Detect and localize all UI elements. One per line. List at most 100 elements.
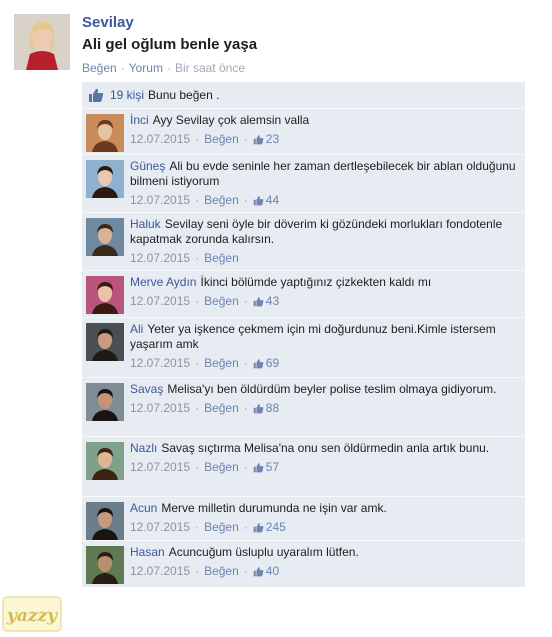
- comment-like-count[interactable]: 69: [253, 356, 279, 371]
- comment-date[interactable]: 12.07.2015: [130, 132, 190, 147]
- comment-meta: 12.07.2015 · Beğen · 40: [130, 564, 518, 579]
- avatar[interactable]: [86, 160, 124, 198]
- avatar[interactable]: [86, 442, 124, 480]
- comment-body: Güneş Ali bu evde seninle her zaman dertl…: [130, 159, 518, 208]
- comment-like-count[interactable]: 88: [253, 401, 279, 416]
- comment-like-link[interactable]: Beğen: [204, 401, 239, 416]
- small-thumbs-up-icon: [253, 404, 264, 414]
- comment-row: Acun Merve milletin durumunda ne işin var…: [82, 496, 525, 540]
- avatar[interactable]: [86, 114, 124, 152]
- avatar[interactable]: [86, 546, 124, 584]
- comment-meta: 12.07.2015 · Beğen · 69: [130, 356, 518, 371]
- comment-like-link[interactable]: Beğen: [204, 356, 239, 371]
- comment-author[interactable]: Hasan: [130, 545, 165, 559]
- comment-date[interactable]: 12.07.2015: [130, 356, 190, 371]
- small-thumbs-up-icon: [253, 196, 264, 206]
- likes-suffix: Bunu beğen .: [148, 88, 220, 102]
- comment-date[interactable]: 12.07.2015: [130, 294, 190, 309]
- avatar[interactable]: [86, 218, 124, 256]
- comment-like-link[interactable]: Beğen: [204, 193, 239, 208]
- comment-row: Nazlı Savaş sıçtırma Melisa'na onu sen öl…: [82, 436, 525, 496]
- small-thumbs-up-icon: [253, 567, 264, 577]
- comment-text: İkinci bölümde yaptığınız çizkekten kald…: [200, 275, 432, 289]
- small-thumbs-up-icon: [253, 463, 264, 473]
- comment-like-link[interactable]: Beğen: [204, 294, 239, 309]
- comment-like-count[interactable]: 57: [253, 460, 279, 475]
- comment-body: Merve Aydın İkinci bölümde yaptığınız çiz…: [130, 275, 518, 309]
- comment-body: Acun Merve milletin durumunda ne işin var…: [130, 501, 518, 535]
- comment-date[interactable]: 12.07.2015: [130, 520, 190, 535]
- comment-author[interactable]: Acun: [130, 501, 157, 515]
- thumbs-up-icon: [87, 86, 105, 104]
- avatar[interactable]: [86, 323, 124, 361]
- comment-text: Yeter ya işkence çekmem için mi doğurdun…: [130, 322, 496, 351]
- comment-like-count[interactable]: 23: [253, 132, 279, 147]
- comment-like-link[interactable]: Beğen: [204, 460, 239, 475]
- separator: ·: [243, 520, 248, 534]
- comment-row: Ali Yeter ya işkence çekmem için mi doğur…: [82, 317, 525, 377]
- separator: ·: [243, 356, 248, 370]
- comment-meta: 12.07.2015 · Beğen: [130, 251, 518, 266]
- separator: ·: [195, 193, 200, 207]
- post-author[interactable]: Sevilay: [82, 14, 134, 31]
- comment-date[interactable]: 12.07.2015: [130, 401, 190, 416]
- separator: ·: [195, 564, 200, 578]
- separator: ·: [195, 356, 200, 370]
- separator: ·: [195, 401, 200, 415]
- comment-meta: 12.07.2015 · Beğen · 44: [130, 193, 518, 208]
- comment-like-link[interactable]: Beğen: [204, 520, 239, 535]
- separator: ·: [195, 132, 200, 146]
- comment-row: İnci Ayy Sevilay çok alemsin valla 12.07.2…: [82, 108, 525, 154]
- comment-like-count[interactable]: 44: [253, 193, 279, 208]
- likes-count[interactable]: 19 kişi: [110, 88, 144, 102]
- comment-meta: 12.07.2015 · Beğen · 88: [130, 401, 518, 416]
- comment-text: Melisa'yı ben öldürdüm beyler polise tes…: [167, 382, 497, 396]
- comment-author[interactable]: Güneş: [130, 159, 165, 173]
- comment-author[interactable]: Merve Aydın: [130, 275, 196, 289]
- comment-row: Savaş Melisa'yı ben öldürdüm beyler polis…: [82, 377, 525, 436]
- comments-box: 19 kişi Bunu beğen . İnci Ayy Sevilay çok…: [82, 82, 525, 587]
- post-text: Ali gel oğlum benle yaşa: [82, 36, 258, 53]
- avatar[interactable]: [86, 502, 124, 540]
- comment-date[interactable]: 12.07.2015: [130, 460, 190, 475]
- comment-row: Haluk Sevilay seni öyle bir döverim ki gö…: [82, 212, 525, 270]
- like-count-value: 88: [265, 401, 280, 415]
- comment-like-count[interactable]: 43: [253, 294, 279, 309]
- comment-like-count[interactable]: 40: [253, 564, 279, 579]
- post-time[interactable]: Bir saat önce: [175, 61, 245, 75]
- small-thumbs-up-icon: [253, 523, 264, 533]
- like-count-value: 69: [265, 356, 280, 370]
- comment-author[interactable]: Haluk: [130, 217, 161, 231]
- comment-link[interactable]: Yorum: [129, 61, 163, 75]
- comment-author[interactable]: Ali: [130, 322, 143, 336]
- like-count-value: 43: [265, 294, 280, 308]
- likes-summary: 19 kişi Bunu beğen .: [82, 82, 525, 109]
- comment-like-link[interactable]: Beğen: [204, 132, 239, 147]
- separator: ·: [195, 251, 200, 265]
- separator: ·: [195, 460, 200, 474]
- comment-author[interactable]: İnci: [130, 113, 149, 127]
- like-count-value: 57: [265, 460, 280, 474]
- comment-author[interactable]: Nazlı: [130, 441, 157, 455]
- comment-row: Güneş Ali bu evde seninle her zaman dertl…: [82, 154, 525, 212]
- avatar[interactable]: [86, 276, 124, 314]
- comment-meta: 12.07.2015 · Beğen · 245: [130, 520, 518, 535]
- comment-text: Acuncuğum üsluplu uyaralım lütfen.: [168, 545, 359, 559]
- comment-author[interactable]: Savaş: [130, 382, 163, 396]
- avatar[interactable]: [14, 14, 70, 70]
- comment-date[interactable]: 12.07.2015: [130, 564, 190, 579]
- avatar[interactable]: [86, 383, 124, 421]
- separator: ·: [195, 294, 200, 308]
- comment-like-link[interactable]: Beğen: [204, 251, 239, 266]
- comment-like-link[interactable]: Beğen: [204, 564, 239, 579]
- comment-text: Savaş sıçtırma Melisa'na onu sen öldürme…: [161, 441, 490, 455]
- separator: ·: [243, 193, 248, 207]
- comment-date[interactable]: 12.07.2015: [130, 251, 190, 266]
- comment-date[interactable]: 12.07.2015: [130, 193, 190, 208]
- small-thumbs-up-icon: [253, 135, 264, 145]
- like-link[interactable]: Beğen: [82, 61, 117, 75]
- comment-like-count[interactable]: 245: [253, 520, 286, 535]
- comment-text: Merve milletin durumunda ne işin var amk…: [161, 501, 387, 515]
- comment-body: Hasan Acuncuğum üsluplu uyaralım lütfen. 1…: [130, 545, 518, 579]
- comment-meta: 12.07.2015 · Beğen · 23: [130, 132, 518, 147]
